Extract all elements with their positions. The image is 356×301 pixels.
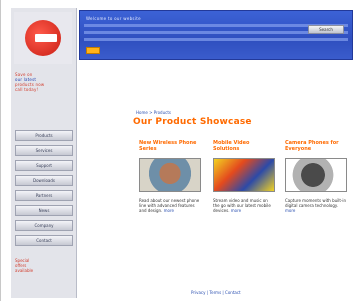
banner-tag-icon[interactable] [86,47,100,54]
sidebar-footer-promo[interactable]: Special offers available [15,258,73,273]
product-column-3: Camera Phones for Everyone Capture momen… [285,140,347,213]
nav-item-downloads[interactable]: Downloads [15,175,73,186]
page-footer-links[interactable]: Privacy | Terms | Contact [191,290,241,295]
nav-item-support[interactable]: Support [15,160,73,171]
nav-item-news[interactable]: News [15,205,73,216]
web-page: Save on our latest products now call tod… [0,0,356,301]
product-title[interactable]: New Wireless Phone Series [139,140,201,152]
company-logo[interactable] [14,12,72,64]
product-title[interactable]: Mobile Video Solutions [213,140,275,152]
main-content: Home > Products Our Product Showcase New… [81,62,353,298]
page-title: Our Product Showcase [133,117,252,127]
top-banner: Welcome to our website Search [79,10,353,60]
product-column-2: Mobile Video Solutions Stream video and … [213,140,275,213]
nav-item-services[interactable]: Services [15,145,73,156]
product-image[interactable] [139,158,201,192]
sidebar-nav: Products Services Support Downloads Part… [15,130,73,250]
left-sidebar: Save on our latest products now call tod… [11,8,77,298]
product-image[interactable] [285,158,347,192]
promo-line: call today! [15,87,39,92]
product-description: Capture moments with built-in digital ca… [285,198,347,213]
product-column-1: New Wireless Phone Series Read about our… [139,140,201,213]
product-description: Stream video and music on the go with ou… [213,198,275,213]
sidebar-promo[interactable]: Save on our latest products now call tod… [15,72,73,92]
banner-stripe [84,38,348,41]
logo-icon [25,20,61,56]
banner-text: Welcome to our website [86,16,141,21]
breadcrumb[interactable]: Home > Products [136,110,171,115]
nav-item-products[interactable]: Products [15,130,73,141]
more-link[interactable]: more [231,208,241,213]
nav-item-contact[interactable]: Contact [15,235,73,246]
nav-item-company[interactable]: Company [15,220,73,231]
description-text: Capture moments with built-in digital ca… [285,198,347,208]
search-button[interactable]: Search [308,25,344,34]
product-image[interactable] [213,158,275,192]
description-text: Stream video and music on the go with ou… [213,198,271,213]
more-link[interactable]: more [164,208,174,213]
more-link[interactable]: more [285,208,295,213]
product-title[interactable]: Camera Phones for Everyone [285,140,347,152]
product-description: Read about our newest phone line with ad… [139,198,201,213]
nav-item-partners[interactable]: Partners [15,190,73,201]
footer-line: available [15,268,34,273]
